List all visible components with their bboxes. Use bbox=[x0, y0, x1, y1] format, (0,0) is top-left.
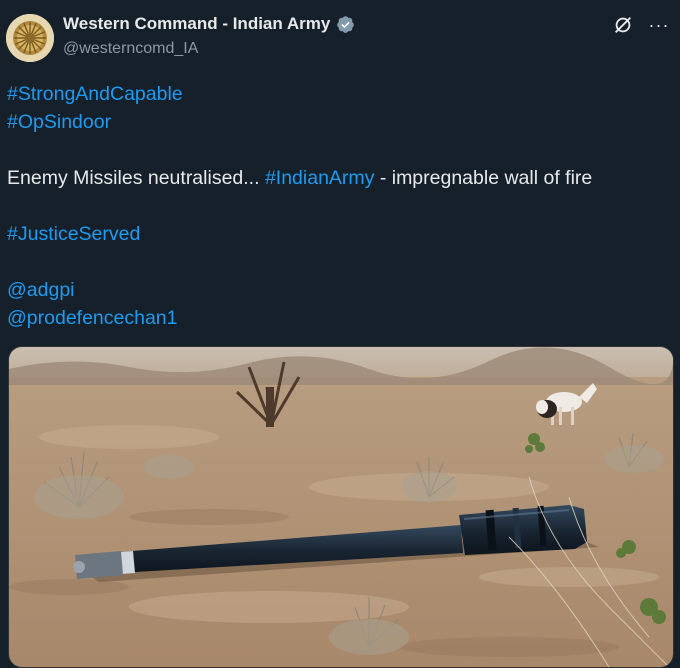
sentence-suffix: - impregnable wall of fire bbox=[374, 167, 593, 189]
missile-debris-photo bbox=[9, 347, 673, 667]
verified-badge-icon bbox=[336, 15, 355, 34]
post-sentence: Enemy Missiles neutralised... #IndianArm… bbox=[7, 164, 667, 192]
more-icon[interactable]: ··· bbox=[648, 14, 670, 36]
hashtag-indian-army[interactable]: #IndianArmy bbox=[265, 167, 374, 189]
avatar[interactable] bbox=[6, 14, 54, 62]
sentence-prefix: Enemy Missiles neutralised... bbox=[7, 167, 265, 189]
hashtag-justice-served[interactable]: #JusticeServed bbox=[7, 223, 140, 245]
post-text: #StrongAndCapable #OpSindoor Enemy Missi… bbox=[7, 80, 667, 332]
grok-icon[interactable] bbox=[612, 14, 634, 36]
name-row: Western Command - Indian Army bbox=[63, 14, 355, 34]
army-emblem-icon bbox=[6, 14, 54, 62]
post-media-image[interactable] bbox=[8, 346, 674, 668]
hashtag-op-sindoor[interactable]: #OpSindoor bbox=[7, 111, 111, 133]
mention-prodefencechan1[interactable]: @prodefencechan1 bbox=[7, 307, 178, 329]
post-actions: ··· bbox=[612, 14, 670, 36]
post-header: Western Command - Indian Army @westernco… bbox=[6, 10, 680, 66]
hashtag-strong-and-capable[interactable]: #StrongAndCapable bbox=[7, 83, 183, 105]
mention-adgpi[interactable]: @adgpi bbox=[7, 279, 75, 301]
handle[interactable]: @westerncomd_IA bbox=[63, 40, 198, 58]
display-name[interactable]: Western Command - Indian Army bbox=[63, 14, 330, 34]
